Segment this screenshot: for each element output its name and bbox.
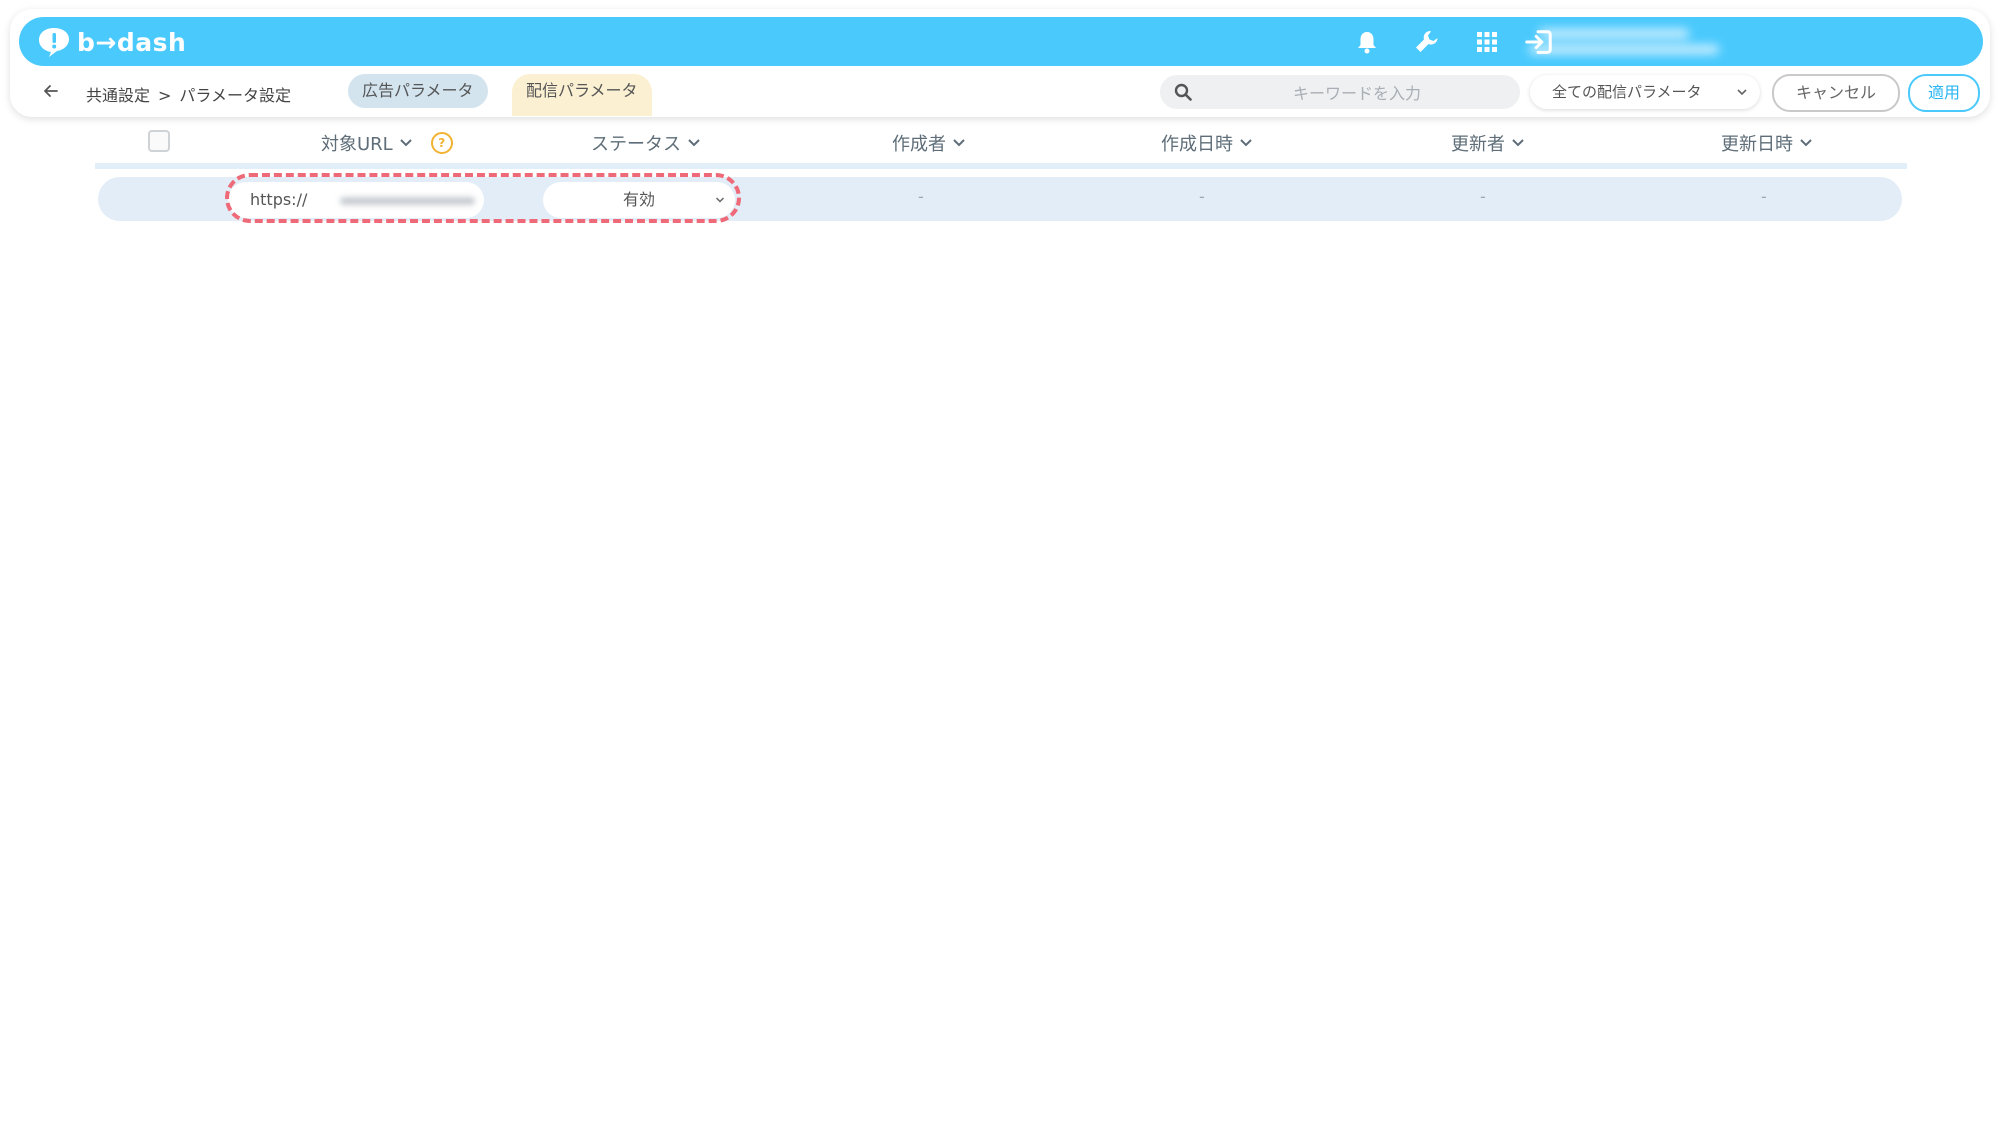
column-header-label: 作成者 bbox=[892, 134, 946, 155]
breadcrumb-current: パラメータ設定 bbox=[179, 86, 291, 105]
app-logo[interactable]: b→dash bbox=[37, 24, 186, 60]
chevron-down-icon bbox=[715, 197, 725, 203]
back-arrow-icon[interactable] bbox=[40, 80, 62, 102]
search-input[interactable] bbox=[1210, 75, 1504, 111]
chevron-down-icon bbox=[1512, 139, 1524, 147]
breadcrumb: 共通設定 > パラメータ設定 bbox=[86, 82, 291, 106]
filter-selected-label: 全ての配信パラメータ bbox=[1552, 83, 1702, 101]
column-header-label: 更新者 bbox=[1451, 134, 1505, 155]
chevron-down-icon bbox=[1240, 139, 1252, 147]
user-info-blurred bbox=[1529, 25, 1729, 59]
tab-distribution-parameters[interactable]: 配信パラメータ bbox=[512, 74, 652, 116]
status-selected-label: 有効 bbox=[622, 190, 655, 209]
status-select[interactable]: 有効 bbox=[543, 182, 735, 218]
cancel-button[interactable]: キャンセル bbox=[1772, 74, 1900, 112]
chevron-down-icon bbox=[688, 139, 700, 147]
chevron-down-icon bbox=[1737, 89, 1747, 96]
toolbar: 共通設定>パラメータ設定 広告パラメータ 配信パラメータ 全ての配信パラメータ … bbox=[10, 66, 1990, 116]
top-navigation-bar: b→dash bbox=[19, 17, 1983, 66]
table-header-divider bbox=[95, 163, 1907, 169]
breadcrumb-parent[interactable]: 共通設定 bbox=[86, 86, 150, 105]
parameter-filter-select[interactable]: 全ての配信パラメータ bbox=[1530, 75, 1760, 109]
wrench-icon[interactable] bbox=[1412, 27, 1442, 57]
select-all-checkbox[interactable] bbox=[148, 130, 170, 152]
chevron-down-icon bbox=[400, 139, 412, 147]
url-domain-blurred bbox=[340, 197, 475, 205]
column-header-updated-by[interactable]: 更新者 bbox=[1451, 130, 1525, 156]
table-row: https:// 有効 - - - - bbox=[98, 177, 1902, 221]
column-header-created-at[interactable]: 作成日時 bbox=[1161, 130, 1253, 156]
apply-button[interactable]: 適用 bbox=[1908, 74, 1980, 112]
search-box bbox=[1160, 75, 1520, 111]
target-url-input[interactable]: https:// bbox=[228, 182, 484, 218]
cell-updated-at: - bbox=[1761, 187, 1767, 206]
column-header-label: 更新日時 bbox=[1721, 134, 1793, 155]
logo-bubble-icon bbox=[39, 28, 69, 57]
bell-icon[interactable] bbox=[1352, 27, 1382, 57]
column-header-updated-at[interactable]: 更新日時 bbox=[1721, 130, 1813, 156]
column-header-status[interactable]: ステータス bbox=[591, 130, 701, 156]
breadcrumb-separator: > bbox=[158, 86, 172, 105]
help-icon[interactable]: ? bbox=[430, 132, 453, 154]
cell-created-by: - bbox=[918, 187, 924, 206]
logo-text: b→dash bbox=[77, 27, 187, 57]
grid-icon[interactable] bbox=[1472, 27, 1502, 57]
chevron-down-icon bbox=[953, 139, 965, 147]
column-header-target-url[interactable]: 対象URL ? bbox=[321, 130, 453, 156]
search-icon bbox=[1174, 83, 1192, 101]
column-header-label: ステータス bbox=[591, 134, 681, 155]
tab-ad-parameters[interactable]: 広告パラメータ bbox=[348, 74, 488, 108]
logout-icon[interactable] bbox=[1524, 27, 1554, 57]
cell-created-at: - bbox=[1199, 187, 1205, 206]
column-header-label: 作成日時 bbox=[1161, 134, 1233, 155]
table-header: 対象URL ? ステータス 作成者 作成日時 更新者 更新日時 bbox=[95, 124, 1907, 164]
chevron-down-icon bbox=[1800, 139, 1812, 147]
url-prefix: https:// bbox=[250, 190, 308, 209]
cell-updated-by: - bbox=[1480, 187, 1486, 206]
column-header-created-by[interactable]: 作成者 bbox=[892, 130, 966, 156]
column-header-label: 対象URL bbox=[321, 134, 393, 155]
